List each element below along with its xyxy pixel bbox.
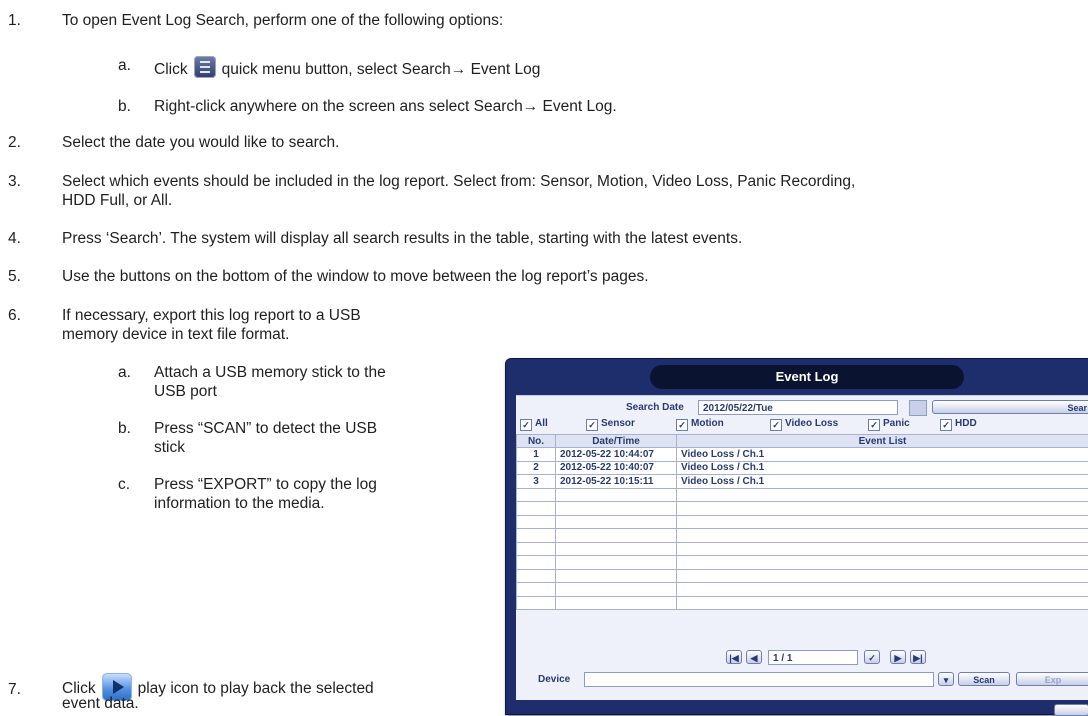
filter-sensor-checkbox[interactable]: ✓ (586, 419, 598, 431)
table-row-empty (517, 515, 1088, 529)
column-header-no: No. (517, 435, 556, 448)
row-event: Video Loss / Ch.1 (677, 461, 1088, 475)
step-6b-text: Press “SCAN” to detect the USB (154, 419, 377, 438)
step-6b-letter: b. (118, 419, 131, 438)
search-date-label: Search Date (626, 402, 684, 413)
step-4-number: 4. (8, 229, 21, 248)
step-6-text: If necessary, export this log report to … (62, 306, 361, 325)
filter-hdd[interactable]: ✓HDD (940, 418, 977, 431)
table-row[interactable]: 1 2012-05-22 10:44:07 Video Loss / Ch.1 (517, 448, 1088, 462)
step-7-text-line2: event data. (62, 694, 139, 713)
step-5-text: Use the buttons on the bottom of the win… (62, 267, 649, 286)
prev-page-button[interactable]: ◀ (746, 650, 762, 664)
step-2-text: Select the date you would like to search… (62, 133, 339, 152)
step-1-text: To open Event Log Search, perform one of… (62, 11, 503, 30)
search-button[interactable]: Sear (932, 400, 1088, 414)
step-3-number: 3. (8, 172, 21, 191)
row-datetime: 2012-05-22 10:44:07 (556, 448, 677, 462)
step-1-number: 1. (8, 11, 21, 30)
event-log-window: Event Log Search Date 2012/05/22/Tue Sea… (505, 358, 1088, 715)
quick-menu-icon (194, 56, 216, 78)
row-datetime: 2012-05-22 10:15:11 (556, 475, 677, 489)
row-no: 1 (517, 448, 556, 462)
row-no: 3 (517, 475, 556, 489)
filter-all[interactable]: ✓All (520, 418, 548, 431)
step-4-text: Press ‘Search’. The system will display … (62, 229, 742, 248)
table-row-empty (517, 488, 1088, 502)
page-indicator: 1 / 1 (768, 650, 858, 665)
device-select[interactable] (584, 672, 934, 687)
column-header-event-list: Event List (677, 435, 1088, 448)
step-1a-letter: a. (118, 56, 131, 75)
step-6a-letter: a. (118, 363, 131, 382)
row-event: Video Loss / Ch.1 (677, 475, 1088, 489)
table-row-empty (517, 596, 1088, 610)
filter-sensor-label: Sensor (601, 418, 635, 429)
filter-video-loss-label: Video Loss (785, 418, 838, 429)
step-1a-before: Click (154, 61, 188, 78)
step-6-number: 6. (8, 306, 21, 325)
row-datetime: 2012-05-22 10:40:07 (556, 461, 677, 475)
step-6c-text: Press “EXPORT” to copy the log (154, 475, 377, 494)
table-row-empty (517, 529, 1088, 543)
step-1b-letter: b. (118, 97, 131, 116)
row-event: Video Loss / Ch.1 (677, 448, 1088, 462)
table-row-empty (517, 569, 1088, 583)
step-6c-text-line2: information to the media. (154, 494, 325, 513)
next-page-button[interactable]: ▶ (890, 650, 906, 664)
device-dropdown-button[interactable]: ▾ (938, 672, 954, 686)
filter-all-label: All (535, 418, 548, 429)
calendar-icon[interactable] (909, 400, 927, 416)
step-1a-text: Click quick menu button, select Search→ E… (154, 56, 540, 79)
step-5-number: 5. (8, 267, 21, 286)
step-3-text-line2: HDD Full, or All. (62, 191, 172, 210)
table-row[interactable]: 3 2012-05-22 10:15:11 Video Loss / Ch.1 (517, 475, 1088, 489)
step-7-number: 7. (8, 680, 21, 699)
step-6-text-line2: memory device in text file format. (62, 325, 289, 344)
step-6b-text-line2: stick (154, 438, 185, 457)
filter-motion[interactable]: ✓Motion (676, 418, 724, 431)
filter-video-loss-checkbox[interactable]: ✓ (770, 419, 782, 431)
step-7-after: play icon to play back the selected (138, 680, 374, 697)
step-1b-text: Right-click anywhere on the screen ans s… (154, 97, 617, 116)
filter-video-loss[interactable]: ✓Video Loss (770, 418, 838, 431)
table-row[interactable]: 2 2012-05-22 10:40:07 Video Loss / Ch.1 (517, 461, 1088, 475)
row-no: 2 (517, 461, 556, 475)
column-header-datetime: Date/Time (556, 435, 677, 448)
device-label: Device (538, 674, 570, 685)
step-3-text: Select which events should be included i… (62, 172, 855, 191)
step-6c-letter: c. (118, 475, 130, 494)
table-row-empty (517, 542, 1088, 556)
close-button[interactable] (1054, 704, 1088, 716)
filter-all-checkbox[interactable]: ✓ (520, 419, 532, 431)
filter-panic-checkbox[interactable]: ✓ (868, 419, 880, 431)
event-log-table: No. Date/Time Event List 1 2012-05-22 10… (516, 434, 1088, 610)
search-date-field[interactable]: 2012/05/22/Tue (698, 400, 898, 415)
table-row-empty (517, 502, 1088, 516)
filter-motion-checkbox[interactable]: ✓ (676, 419, 688, 431)
step-1a-after: quick menu button, select Search→ Event … (222, 61, 541, 78)
first-page-button[interactable]: |◀ (726, 650, 742, 664)
event-log-panel: Search Date 2012/05/22/Tue Sear ✓All ✓Se… (516, 395, 1088, 700)
step-6a-text: Attach a USB memory stick to the (154, 363, 386, 382)
step-2-number: 2. (8, 133, 21, 152)
filter-panic[interactable]: ✓Panic (868, 418, 910, 431)
step-6a-text-line2: USB port (154, 382, 217, 401)
last-page-button[interactable]: ▶| (910, 650, 926, 664)
filter-hdd-label: HDD (955, 418, 977, 429)
filter-panic-label: Panic (883, 418, 910, 429)
filter-sensor[interactable]: ✓Sensor (586, 418, 635, 431)
go-page-button[interactable]: ✓ (864, 650, 880, 664)
export-button[interactable]: Exp (1016, 672, 1088, 686)
table-row-empty (517, 556, 1088, 570)
event-log-title: Event Log (650, 365, 964, 389)
scan-button[interactable]: Scan (958, 672, 1010, 686)
filter-motion-label: Motion (691, 418, 724, 429)
filter-hdd-checkbox[interactable]: ✓ (940, 419, 952, 431)
table-row-empty (517, 583, 1088, 597)
